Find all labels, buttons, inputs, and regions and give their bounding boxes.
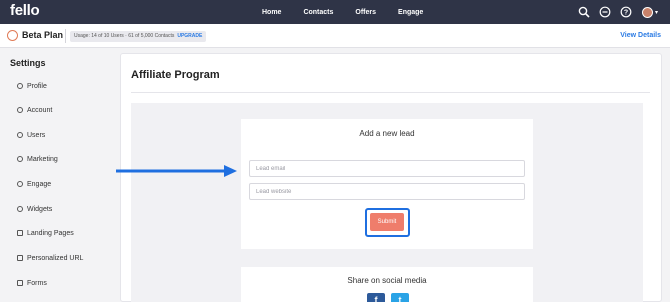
sidebar-item-label: Widgets bbox=[27, 205, 53, 213]
list-icon bbox=[17, 280, 23, 286]
sidebar-item-account[interactable]: Account bbox=[17, 104, 52, 116]
grid-icon bbox=[17, 255, 23, 261]
sidebar-item-profile[interactable]: Profile bbox=[17, 80, 47, 92]
upgrade-link[interactable]: UPGRADE bbox=[177, 33, 202, 39]
sidebar-item-forms[interactable]: Forms bbox=[17, 277, 47, 289]
affiliate-panel: Add a new lead Submit Share on social me… bbox=[131, 103, 643, 302]
divider bbox=[131, 92, 650, 93]
plan-title: Beta Plan bbox=[22, 30, 64, 40]
plan-icon bbox=[7, 30, 18, 41]
page-icon bbox=[17, 230, 23, 236]
sidebar-item-label: Forms bbox=[27, 279, 47, 287]
sidebar-item-label: Landing Pages bbox=[27, 229, 74, 237]
sidebar-item-marketing[interactable]: Marketing bbox=[17, 153, 58, 165]
top-nav: fello Home Contacts Offers Engage ? ▾ bbox=[0, 0, 670, 24]
sidebar-item-widgets[interactable]: Widgets bbox=[17, 203, 52, 215]
lead-website-input[interactable] bbox=[249, 183, 525, 200]
add-circle-icon[interactable] bbox=[599, 6, 611, 18]
usage-badge: Usage: 14 of 10 Users · 61 of 5,000 Cont… bbox=[70, 31, 207, 42]
twitter-share-button[interactable]: t bbox=[391, 293, 409, 302]
chevron-down-icon[interactable]: ▾ bbox=[655, 9, 658, 16]
facebook-share-button[interactable]: f bbox=[367, 293, 385, 302]
divider bbox=[65, 29, 66, 43]
fello-logo[interactable]: fello bbox=[10, 2, 40, 19]
sidebar-title: Settings bbox=[10, 58, 46, 68]
annotation-arrow-icon bbox=[116, 165, 237, 177]
view-details-link[interactable]: View Details bbox=[620, 32, 661, 39]
nav-link-home[interactable]: Home bbox=[262, 9, 281, 16]
settings-sidebar: Settings Profile Account Users Marketing… bbox=[0, 49, 118, 302]
nav-link-offers[interactable]: Offers bbox=[355, 9, 376, 16]
lead-email-input[interactable] bbox=[249, 160, 525, 177]
sidebar-item-label: Personalized URL bbox=[27, 254, 84, 262]
usage-text: Usage: 14 of 10 Users · 61 of 5,000 Cont… bbox=[74, 33, 175, 39]
svg-text:?: ? bbox=[624, 9, 628, 16]
add-lead-form: Add a new lead Submit bbox=[241, 119, 533, 249]
submit-highlight: Submit bbox=[365, 208, 410, 237]
nav-link-contacts[interactable]: Contacts bbox=[303, 9, 333, 16]
user-circle-icon bbox=[17, 83, 23, 89]
target-icon bbox=[17, 181, 23, 187]
plan-bar: Beta Plan Usage: 14 of 10 Users · 61 of … bbox=[0, 24, 670, 48]
main-nav: Home Contacts Offers Engage bbox=[262, 0, 445, 24]
globe-icon bbox=[17, 107, 23, 113]
sidebar-item-label: Marketing bbox=[27, 155, 58, 163]
nav-actions: ? ▾ bbox=[569, 0, 658, 24]
sidebar-item-label: Account bbox=[27, 106, 53, 114]
tag-icon bbox=[17, 156, 23, 162]
sidebar-item-label: Users bbox=[27, 131, 46, 139]
share-title: Share on social media bbox=[347, 276, 427, 285]
submit-button[interactable]: Submit bbox=[370, 213, 404, 231]
widget-icon bbox=[17, 206, 23, 212]
page-title: Affiliate Program bbox=[131, 69, 220, 81]
avatar[interactable] bbox=[641, 6, 653, 18]
help-icon[interactable]: ? bbox=[620, 6, 632, 18]
search-icon[interactable] bbox=[578, 6, 590, 18]
sidebar-item-landing-pages[interactable]: Landing Pages bbox=[17, 227, 74, 239]
twitter-icon: t bbox=[398, 295, 402, 302]
nav-link-engage[interactable]: Engage bbox=[398, 9, 423, 16]
sidebar-item-personalized-url[interactable]: Personalized URL bbox=[17, 252, 83, 264]
sidebar-item-label: Engage bbox=[27, 180, 52, 188]
share-social-card: Share on social media f t bbox=[241, 267, 533, 302]
facebook-icon: f bbox=[374, 295, 378, 302]
sidebar-item-label: Profile bbox=[27, 82, 47, 90]
sidebar-item-users[interactable]: Users bbox=[17, 129, 45, 141]
sidebar-item-engage[interactable]: Engage bbox=[17, 178, 51, 190]
users-icon bbox=[17, 132, 23, 138]
lead-form-title: Add a new lead bbox=[359, 129, 415, 138]
